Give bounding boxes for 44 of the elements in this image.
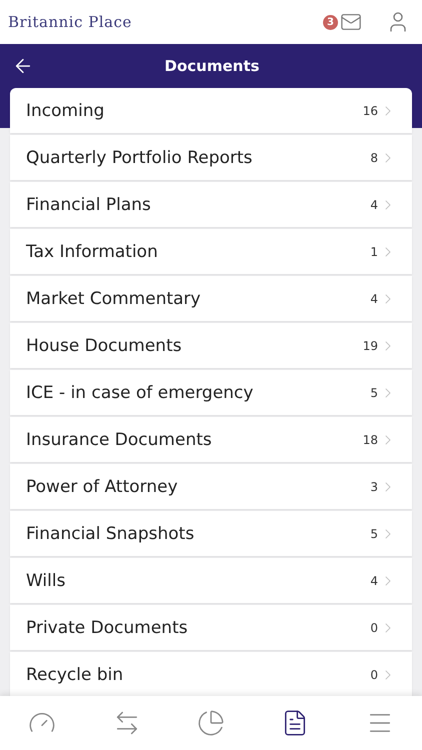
document-count: 18	[362, 432, 378, 446]
unread-count: 3	[323, 14, 338, 30]
folder-row[interactable]: Market Commentary 4	[10, 276, 412, 321]
document-count: 19	[362, 338, 378, 352]
folder-row[interactable]: Financial Plans 4	[10, 182, 412, 227]
folder-row[interactable]: Tax Information 1	[10, 229, 412, 274]
document-count: 4	[370, 292, 378, 306]
mail-icon[interactable]	[340, 11, 362, 33]
document-count: 4	[370, 574, 378, 588]
document-count: 4	[370, 198, 378, 212]
folder-name: ICE - in case of emergency	[26, 382, 254, 402]
folder-name: Financial Plans	[26, 194, 152, 214]
document-count: 16	[362, 104, 378, 118]
document-count: 1	[370, 244, 378, 258]
folder-name: Power of Attorney	[26, 476, 179, 496]
folder-row[interactable]: Quarterly Portfolio Reports 8	[10, 135, 412, 180]
folder-name: Wills	[26, 570, 66, 590]
document-count: 0	[370, 668, 378, 682]
folder-name: Financial Snapshots	[26, 524, 196, 544]
document-count: 5	[370, 526, 378, 540]
folder-name: Tax Information	[26, 242, 159, 262]
folder-name: Recycle bin	[26, 664, 124, 684]
document-count: 8	[370, 150, 378, 164]
document-count: 3	[370, 480, 378, 494]
logo: Britannic Place	[8, 13, 132, 31]
folder-row[interactable]: House Documents 19	[10, 323, 412, 368]
page-title: Documents	[164, 57, 260, 75]
folder-name: Incoming	[26, 100, 106, 120]
folder-row[interactable]: ICE - in case of emergency 5	[10, 370, 412, 415]
folder-name: Quarterly Portfolio Reports	[26, 148, 254, 168]
folder-row[interactable]: Private Documents 0	[10, 605, 412, 650]
folder-row[interactable]: Incoming 16	[10, 88, 412, 133]
folder-name: Private Documents	[26, 618, 189, 638]
folder-name: Market Commentary	[26, 288, 202, 308]
folder-row[interactable]: Power of Attorney 3	[10, 464, 412, 509]
pie-chart-icon[interactable]	[196, 709, 225, 737]
folder-row[interactable]: Recycle bin 0	[10, 652, 412, 696]
folder-name: House Documents	[26, 336, 183, 356]
folder-row[interactable]: Insurance Documents 18	[10, 417, 412, 462]
folder-row[interactable]: Financial Snapshots 5	[10, 511, 412, 556]
folder-row[interactable]: Wills 4	[10, 558, 412, 603]
document-count: 0	[370, 620, 378, 634]
folder-name: Insurance Documents	[26, 430, 213, 450]
document-count: 5	[370, 386, 378, 400]
